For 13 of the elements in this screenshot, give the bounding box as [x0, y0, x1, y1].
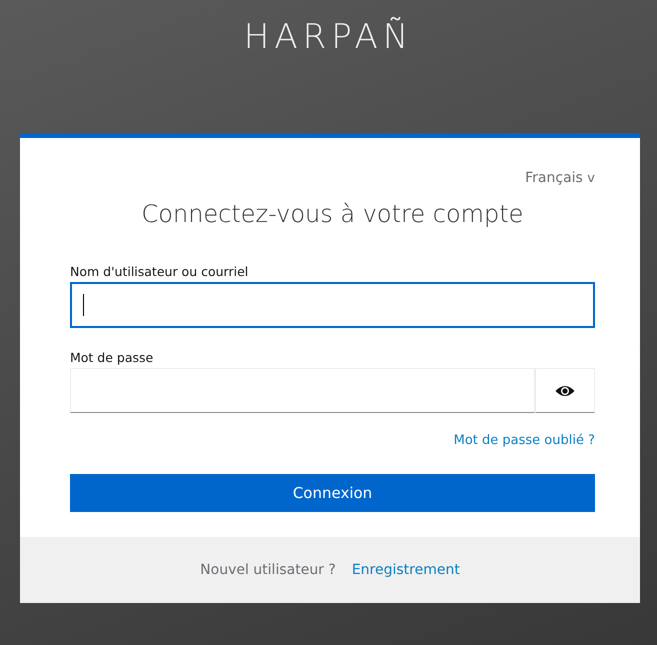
brand-title: HARPAÑ — [244, 16, 414, 58]
register-link[interactable]: Enregistrement — [352, 562, 460, 578]
eye-icon — [555, 384, 575, 398]
language-selector[interactable]: Français v — [525, 170, 595, 186]
password-field[interactable] — [70, 368, 535, 413]
username-field[interactable] — [70, 282, 595, 328]
login-button[interactable]: Connexion — [70, 474, 595, 512]
new-user-text: Nouvel utilisateur ? — [200, 562, 336, 578]
field-label: Mot de passe — [70, 350, 154, 365]
form-title: Connectez-vous à votre compte — [140, 200, 524, 228]
field-label: Nom d'utilisateur ou courriel — [70, 264, 250, 279]
forgot-password-link[interactable]: Mot de passe oublié ? — [454, 433, 595, 448]
show-password-button[interactable] — [535, 368, 595, 413]
